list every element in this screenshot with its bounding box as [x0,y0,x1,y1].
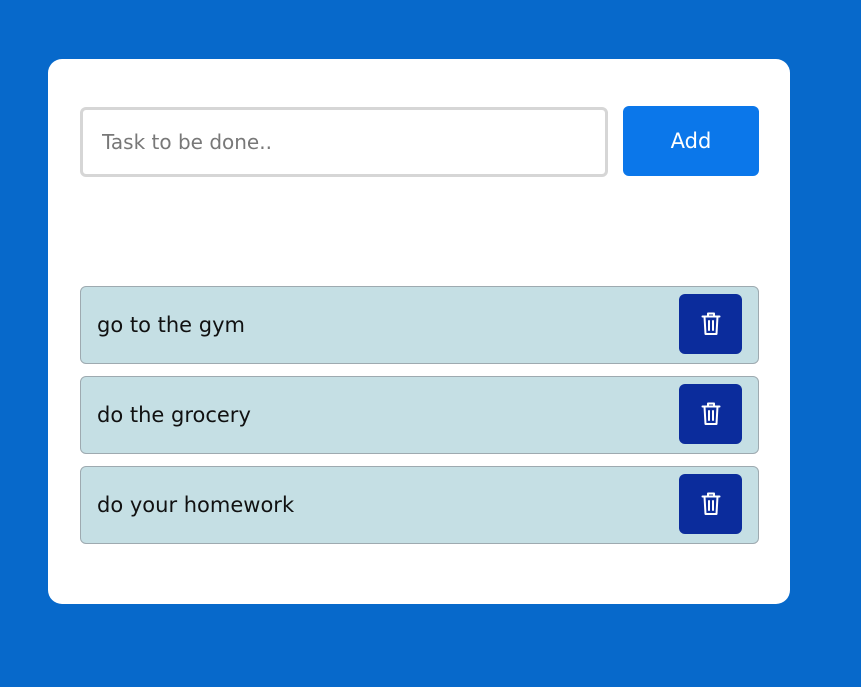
todo-text: do your homework [97,493,295,517]
task-input[interactable] [80,107,608,177]
delete-button[interactable] [679,474,742,534]
delete-button[interactable] [679,384,742,444]
todo-item: do your homework [80,466,759,544]
todo-list: go to the gym do the grocery do your hom… [80,286,759,556]
todo-item: do the grocery [80,376,759,454]
delete-button[interactable] [679,294,742,354]
add-button[interactable]: Add [623,106,759,176]
todo-text: do the grocery [97,403,251,427]
trash-icon [701,402,720,425]
todo-text: go to the gym [97,313,245,337]
todo-item: go to the gym [80,286,759,364]
trash-icon [701,312,720,335]
trash-icon [701,492,720,515]
todo-card: Add go to the gym do the grocery [48,59,790,604]
